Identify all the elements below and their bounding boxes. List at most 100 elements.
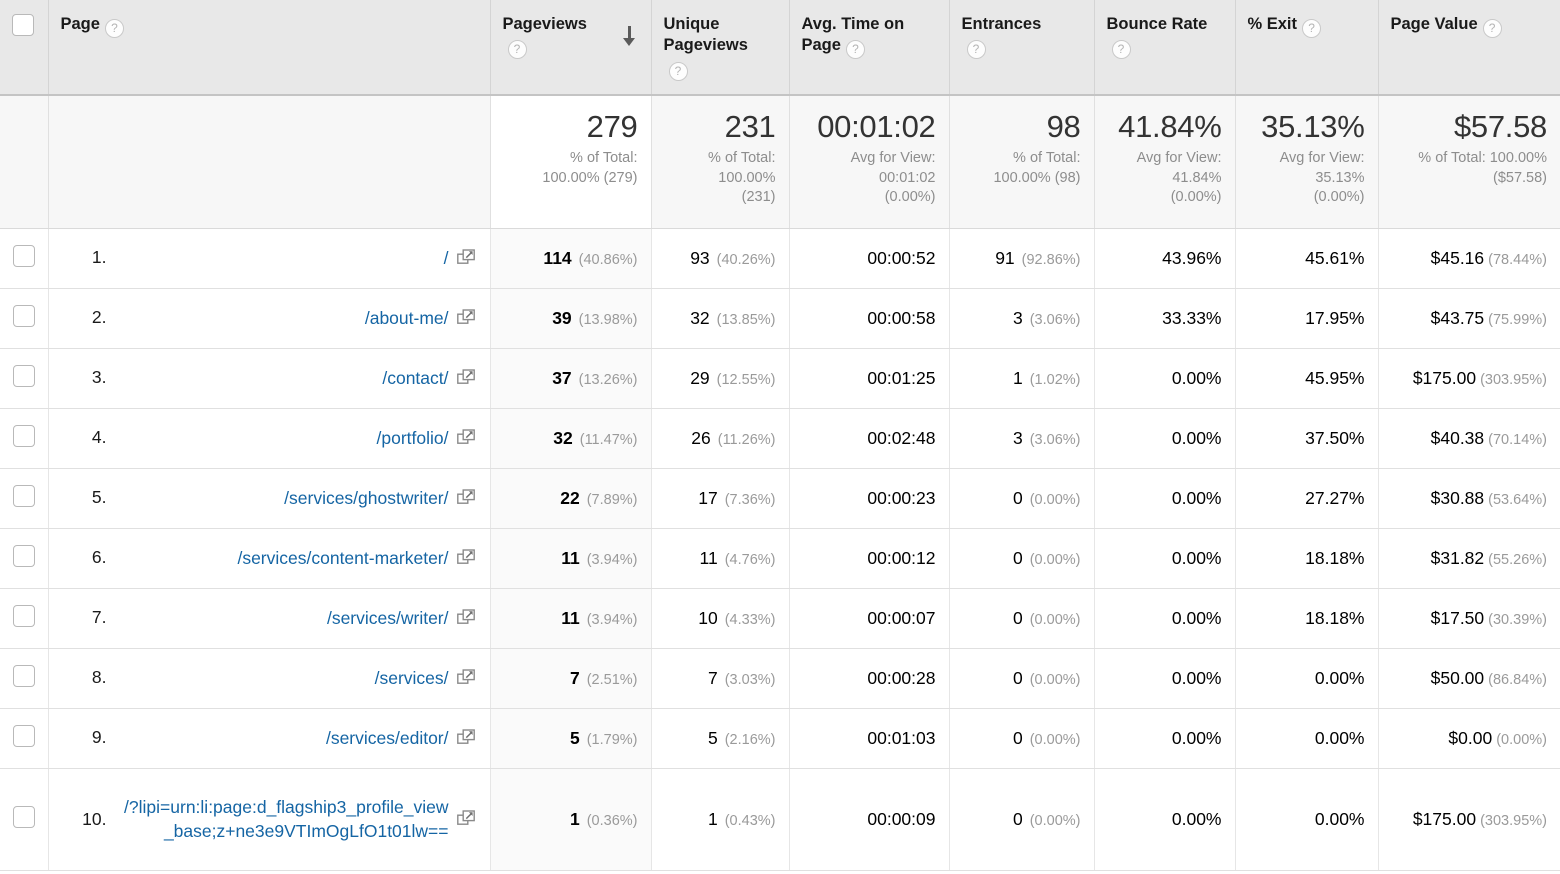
help-icon-bounce-rate[interactable]: ? — [1111, 40, 1131, 60]
page-link[interactable]: /contact/ — [120, 366, 448, 390]
open-in-new-window-icon[interactable] — [456, 429, 477, 447]
open-in-new-window-icon[interactable] — [456, 309, 477, 327]
page-link[interactable]: /services/writer/ — [120, 606, 449, 630]
row-select-cell[interactable] — [0, 288, 48, 349]
column-header-page-value[interactable]: Page Value? — [1377, 0, 1560, 96]
summary-exit-line3: (0.00%) — [1313, 188, 1365, 205]
entrances-cell: 0 (0.00%) — [948, 648, 1094, 709]
page-value-percent: (303.95%) — [1480, 371, 1547, 388]
column-header-page[interactable]: Page? — [47, 0, 490, 96]
pct-exit-value: 37.50% — [1305, 427, 1365, 448]
help-icon-avg-time-on-page[interactable]: ? — [845, 40, 865, 60]
bounce-rate-value: 0.00% — [1171, 427, 1222, 448]
open-in-new-window-icon[interactable] — [456, 669, 477, 687]
pageviews-percent: (3.94%) — [586, 551, 638, 568]
page-link[interactable]: /services/ — [120, 666, 449, 690]
column-header-pct-exit[interactable]: % Exit? — [1234, 0, 1378, 96]
page-link[interactable]: /services/content-marketer/ — [120, 546, 448, 570]
row-checkbox[interactable] — [13, 664, 35, 687]
pageviews-value: 11 — [561, 607, 580, 628]
pageviews-percent: (13.98%) — [578, 311, 638, 328]
help-icon-pageviews[interactable]: ? — [507, 40, 527, 60]
row-select-cell[interactable] — [0, 768, 48, 871]
row-checkbox[interactable] — [13, 604, 35, 627]
row-select-cell[interactable] — [0, 228, 48, 289]
row-checkbox[interactable] — [13, 244, 35, 267]
unique-pageviews-value: 26 — [691, 427, 711, 448]
row-select-cell[interactable] — [0, 708, 48, 769]
column-header-entrances[interactable]: Entrances? — [948, 0, 1094, 96]
row-checkbox[interactable] — [13, 484, 35, 507]
help-icon-pct-exit[interactable]: ? — [1302, 19, 1322, 38]
open-in-new-window-icon[interactable] — [456, 609, 477, 627]
unique-pageviews-percent: (4.33%) — [724, 611, 776, 628]
row-rank: 7. — [91, 607, 107, 628]
row-select-cell[interactable] — [0, 588, 48, 649]
header-row: Page? Pageviews? Unique Pageviews? Avg. … — [0, 0, 1560, 96]
arrow-down-icon[interactable] — [621, 26, 639, 48]
column-header-bounce-rate[interactable]: Bounce Rate? — [1093, 0, 1235, 96]
row-checkbox[interactable] — [13, 544, 35, 567]
open-in-new-window-icon[interactable] — [456, 549, 477, 567]
open-in-new-window-icon[interactable] — [456, 810, 477, 828]
pageviews-cell: 22 (7.89%) — [489, 468, 651, 529]
page-link[interactable]: /?lipi=urn:li:page:d_flagship3_profile_v… — [120, 795, 448, 843]
open-in-new-window-icon[interactable] — [456, 489, 477, 507]
entrances-cell: 91 (92.86%) — [948, 228, 1094, 289]
page-value-cell: $40.38 (70.14%) — [1377, 408, 1560, 469]
table-row: 5. /services/ghostwriter/22 (7.89%) 17 (7.36… — [0, 468, 1560, 529]
summary-avg-time-on-page: 00:01:02 Avg for View: 00:01:02 (0.00%) — [788, 95, 949, 229]
row-checkbox[interactable] — [13, 304, 35, 327]
help-icon-page[interactable]: ? — [104, 19, 124, 38]
table-header: Page? Pageviews? Unique Pageviews? Avg. … — [0, 0, 1560, 96]
pageviews-percent: (2.51%) — [586, 671, 638, 688]
page-link[interactable]: / — [120, 246, 449, 270]
column-header-avg-time-on-page[interactable]: Avg. Time on Page? — [788, 0, 949, 96]
column-header-unique-pageviews[interactable]: Unique Pageviews? — [650, 0, 789, 96]
page-cell: 5. /services/ghostwriter/ — [47, 468, 490, 529]
row-checkbox[interactable] — [13, 364, 35, 387]
pageviews-percent: (3.94%) — [586, 611, 638, 628]
select-all-checkbox[interactable] — [12, 14, 34, 36]
row-checkbox[interactable] — [13, 805, 35, 828]
avg-time-on-page-cell: 00:00:58 — [788, 288, 949, 349]
avg-time-on-page-cell: 00:00:07 — [788, 588, 949, 649]
open-in-new-window-icon[interactable] — [456, 369, 477, 387]
column-header-select-all[interactable] — [0, 0, 48, 96]
row-checkbox[interactable] — [13, 424, 35, 447]
pageviews-value: 39 — [552, 307, 572, 328]
page-link[interactable]: /services/ghostwriter/ — [120, 486, 448, 510]
summary-bounce-line2: 41.84% — [1172, 169, 1222, 186]
bounce-rate-value: 0.00% — [1171, 547, 1222, 568]
page-value-value: $45.16 — [1430, 247, 1485, 268]
page-value-percent: (78.44%) — [1488, 251, 1547, 268]
row-select-cell[interactable] — [0, 348, 48, 409]
entrances-cell: 0 (0.00%) — [948, 708, 1094, 769]
pageviews-cell: 37 (13.26%) — [489, 348, 651, 409]
help-icon-page-value[interactable]: ? — [1482, 19, 1502, 38]
entrances-value: 3 — [1012, 427, 1023, 448]
page-link[interactable]: /services/editor/ — [120, 726, 449, 750]
page-value-cell: $45.16 (78.44%) — [1377, 228, 1560, 289]
open-in-new-window-icon[interactable] — [456, 249, 477, 267]
page-link[interactable]: /portfolio/ — [120, 426, 449, 450]
column-header-pageviews[interactable]: Pageviews? — [489, 0, 651, 96]
summary-pageviews: 279 % of Total: 100.00% (279) — [489, 95, 651, 229]
row-select-cell[interactable] — [0, 648, 48, 709]
row-select-cell[interactable] — [0, 408, 48, 469]
unique-pageviews-cell: 5 (2.16%) — [650, 708, 789, 769]
unique-pageviews-cell: 93 (40.26%) — [650, 228, 789, 289]
help-icon-entrances[interactable]: ? — [966, 40, 986, 60]
summary-unique-pageviews-value: 231 — [724, 109, 776, 144]
entrances-cell: 1 (1.02%) — [948, 348, 1094, 409]
row-rank: 4. — [91, 427, 107, 448]
pageviews-value: 7 — [569, 667, 580, 688]
row-select-cell[interactable] — [0, 468, 48, 529]
row-checkbox[interactable] — [13, 724, 35, 747]
page-link[interactable]: /about-me/ — [120, 306, 449, 330]
summary-unique-pageviews: 231 % of Total: 100.00% (231) — [650, 95, 789, 229]
help-icon-unique-pageviews[interactable]: ? — [668, 61, 688, 81]
bounce-rate-value: 0.00% — [1171, 367, 1222, 388]
row-select-cell[interactable] — [0, 528, 48, 589]
open-in-new-window-icon[interactable] — [456, 729, 477, 747]
